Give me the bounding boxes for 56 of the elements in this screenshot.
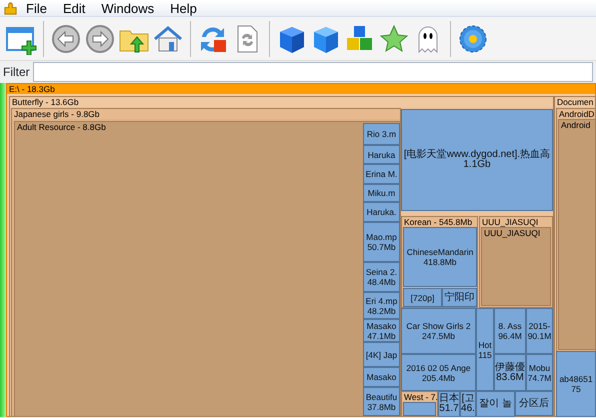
file-tile[interactable]: Mobu 74.7M <box>526 354 553 391</box>
folder-tile[interactable]: Documen AndroidD Android ab48651 75 <box>554 96 596 417</box>
file-tile[interactable]: Hot 115 <box>476 308 494 391</box>
menu-item[interactable]: Windows <box>93 0 162 16</box>
folder-tile[interactable]: Adult Resource - 8.8Gb Rio 3.m Haruka Erina M. Miku.m Haruka. Mao.mp 50.7Mb Seina 2. 48.4Mb Eri 4.mp 48.2Mb Masako 47.1Mb [4K] Jap Masako Beautifu 37.8Mb <box>14 121 401 417</box>
file-tile[interactable]: 잘이 놀 <box>476 391 515 417</box>
file-tile[interactable]: Car Show Girls 2 247.5Mb <box>401 308 476 354</box>
file-tile[interactable]: Rio 3.m <box>363 123 400 145</box>
file-tile[interactable]: [고 46. <box>460 391 476 417</box>
filter-field[interactable] <box>32 62 593 82</box>
file-tile[interactable]: Miku.m <box>363 184 400 202</box>
file-tile[interactable]: Beautifu 37.8Mb <box>363 387 400 416</box>
menu-item[interactable]: Help <box>162 0 205 16</box>
file-tile[interactable]: ab48651 75 <box>556 351 596 417</box>
file-tile[interactable]: 宁阳印 <box>442 288 477 307</box>
folder-label: Android <box>560 120 590 130</box>
folder-label: West - 7. <box>403 392 438 402</box>
file-tile[interactable]: Haruka. <box>363 202 400 222</box>
file-tile[interactable] <box>403 402 436 416</box>
folder-tile[interactable]: Japanese girls - 9.8Gb Adult Resource - 8.8Gb Rio 3.m Haruka Erina M. Miku.m Haruka. Mao.mp 50.7Mb Seina 2. 48.4Mb Eri 4.mp 48.2Mb Masako 47.1Mb [4K] Jap Masako Beautifu 37.8Mb <box>11 108 401 417</box>
file-tile[interactable]: 2016 02 05 Ange 205.4Mb <box>401 354 476 391</box>
file-tile[interactable]: Eri 4.mp 48.2Mb <box>363 292 400 319</box>
file-tile[interactable]: Seina 2. 48.4Mb <box>363 262 400 292</box>
file-tile[interactable]: Mao.mp 50.7Mb <box>363 222 400 262</box>
folder-tile[interactable]: West - 7. <box>401 391 438 417</box>
file-tile[interactable]: Haruka <box>363 145 400 164</box>
folder-label: E:\ - 18.3Gb <box>8 84 55 94</box>
app-icon <box>3 0 18 16</box>
file-tile[interactable]: [电影天堂www.dygod.net].热血高 1.1Gb <box>401 109 553 211</box>
folder-label: UUU_JIASUQI <box>483 228 540 238</box>
folder-tile[interactable]: Android <box>558 119 596 350</box>
menu-item[interactable]: File <box>18 0 55 16</box>
file-tile[interactable]: 8. Ass 96.4M <box>494 308 526 354</box>
file-tile[interactable]: Erina M. <box>363 164 400 184</box>
file-tile[interactable]: 日本 51.7 <box>438 391 460 417</box>
file-tile[interactable]: Masako 47.1Mb <box>363 319 400 342</box>
folder-label: Korean - 545.8Mb <box>403 217 472 227</box>
folder-tile[interactable]: AndroidD Android ab48651 75 <box>556 108 596 417</box>
folder-tile[interactable]: UUU_JIASUQI UUU_JIASUQI <box>479 216 553 308</box>
file-tile[interactable]: 分区后 <box>515 391 553 416</box>
file-tile[interactable]: Masako <box>363 367 400 387</box>
filter-label: Filter <box>2 64 31 81</box>
folder-tile[interactable]: Korean - 545.8Mb ChineseMandarin 418.8Mb [720p] 宁阳印 <box>401 216 478 308</box>
folder-label: Butterfly - 13.6Gb <box>11 97 79 107</box>
folder-label: UUU_JIASUQI <box>481 217 538 227</box>
menu-item[interactable]: Edit <box>54 0 94 16</box>
folder-tile[interactable]: UUU_JIASUQI <box>481 227 551 306</box>
folder-label: Adult Resource - 8.8Gb <box>16 122 106 132</box>
file-tile[interactable]: ChineseMandarin 418.8Mb <box>403 227 477 287</box>
folder-label: Documen <box>556 97 594 107</box>
folder-label: AndroidD <box>558 109 594 119</box>
file-tile[interactable]: [720p] <box>403 288 442 307</box>
folder-label: Japanese girls - 9.8Gb <box>13 109 100 119</box>
file-tile[interactable]: [4K] Jap <box>363 342 400 367</box>
file-tile[interactable]: 2015- 90.1M <box>526 308 553 354</box>
file-tile[interactable]: 伊藤優 83.6M <box>494 354 526 391</box>
